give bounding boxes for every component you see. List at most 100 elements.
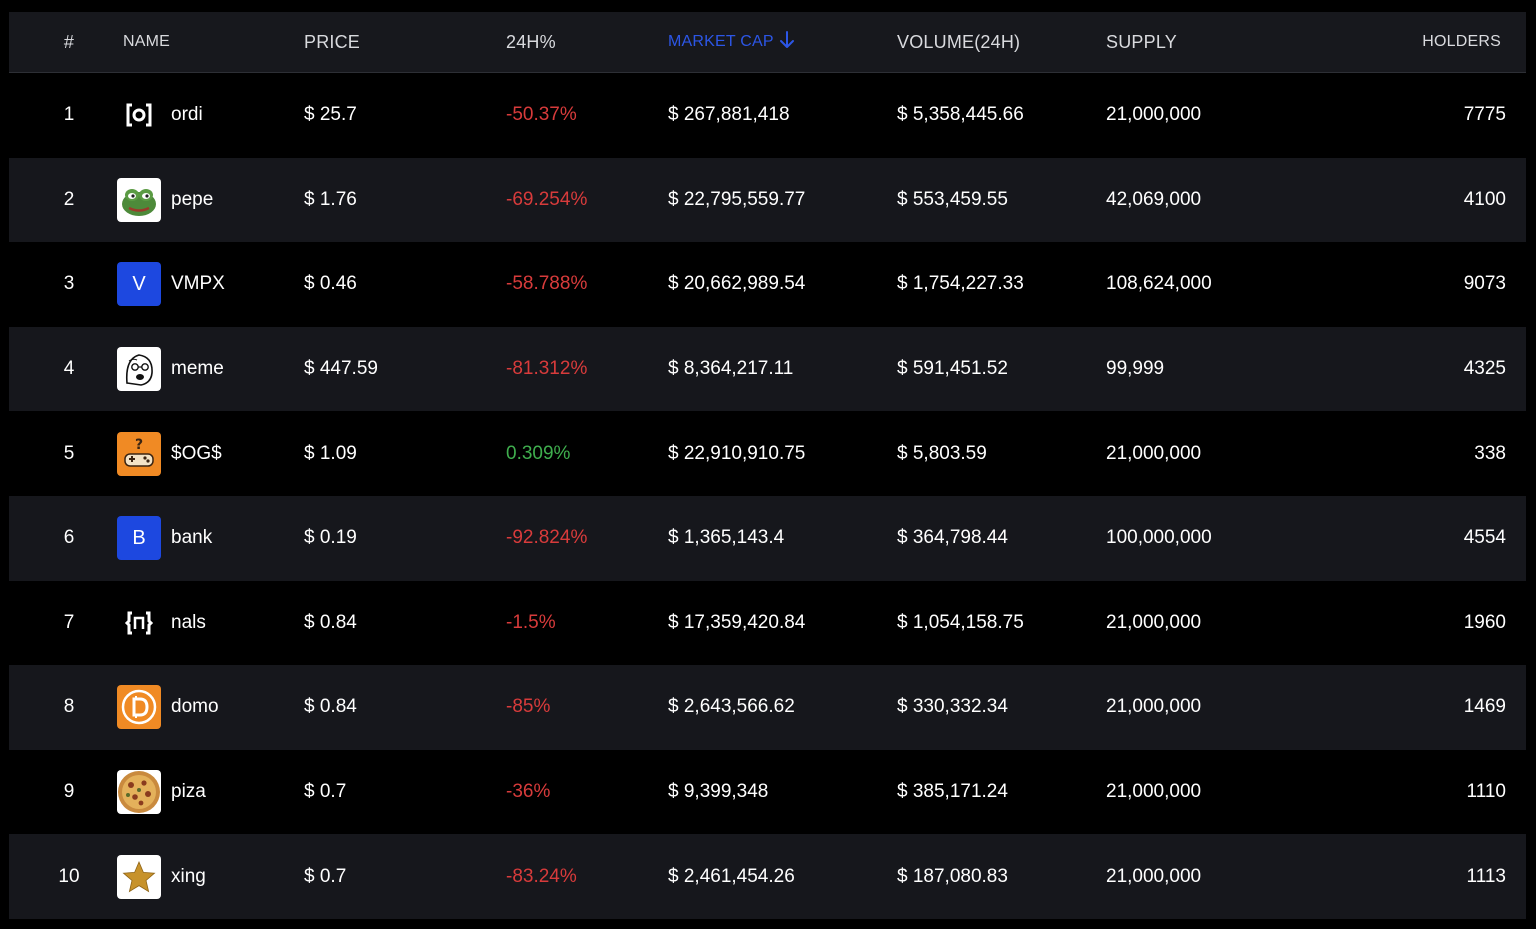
change-cell: -58.788% [506, 273, 588, 295]
price-cell: $ 25.7 [304, 104, 357, 126]
table-body: 1 ordi $ 25.7 -50.37% $ 267,881,418 $ 5,358,4… [9, 73, 1526, 919]
price-cell: $ 1.76 [304, 188, 357, 210]
supply-cell: 100,000,000 [1106, 527, 1212, 549]
rank-cell: 2 [63, 188, 75, 210]
holders-cell: 1110 [1466, 781, 1506, 803]
price-cell: $ 0.84 [304, 696, 357, 718]
token-name[interactable]: pepe [171, 189, 213, 211]
column-price-header[interactable]: PRICE [304, 12, 360, 72]
change-cell: -36% [506, 781, 551, 803]
supply-cell: 21,000,000 [1106, 104, 1202, 126]
price-cell: $ 0.84 [304, 611, 357, 633]
table-row[interactable]: 7 nals $ 0.84 -1.5% $ 17,359,420.84 $ 1,054,1… [9, 580, 1526, 666]
rank-cell: 6 [63, 527, 75, 549]
column-holders-header[interactable]: HOLDERS [1422, 12, 1501, 72]
holders-cell: 7775 [1463, 104, 1506, 126]
column-name-header[interactable]: NAME [123, 12, 170, 72]
supply-cell: 21,000,000 [1106, 611, 1202, 633]
volume-cell: $ 187,080.83 [897, 865, 1008, 887]
token-table: # NAME PRICE 24H% MARKET CAP VOLUME(24H)… [9, 12, 1526, 919]
market-cap-header-label: MARKET CAP [668, 33, 774, 50]
market-cap-cell: $ 267,881,418 [668, 104, 790, 126]
market-cap-cell: $ 2,461,454.26 [668, 865, 795, 887]
token-name[interactable]: nals [171, 612, 206, 634]
token-name[interactable]: xing [171, 866, 206, 888]
table-row[interactable]: 8 domo $ 0.84 -85% $ 2,643,566.62 $ 330,332.3… [9, 665, 1526, 750]
volume-cell: $ 364,798.44 [897, 527, 1008, 549]
rank-cell: 7 [63, 611, 75, 633]
holders-cell: 4100 [1463, 188, 1506, 210]
game-controller-question-icon: ? [117, 431, 161, 476]
column-market-cap-header[interactable]: MARKET CAP [668, 12, 796, 72]
market-cap-cell: $ 8,364,217.11 [668, 358, 794, 380]
change-cell: -85% [506, 696, 551, 718]
token-name-cell[interactable]: piza [117, 750, 206, 835]
holders-cell: 4325 [1463, 358, 1506, 380]
token-name-cell[interactable]: V VMPX [117, 242, 225, 327]
column-change-header[interactable]: 24H% [506, 12, 556, 72]
token-name[interactable]: ordi [171, 104, 203, 126]
token-name-cell[interactable]: meme [117, 327, 224, 412]
rank-cell: 1 [63, 104, 75, 126]
table-row[interactable]: 6 Bbank $ 0.19 -92.824% $ 1,365,143.4 $ 364,7… [9, 495, 1526, 581]
volume-cell: $ 1,754,227.33 [897, 273, 1024, 295]
holders-cell: 1960 [1463, 611, 1506, 633]
ordi-bracket-icon [117, 93, 161, 137]
table-row[interactable]: 3 V VMPX $ 0.46 -58.788% $ 20,662,989.54 $ 1,7… [9, 242, 1526, 327]
token-name-cell[interactable]: pepe [117, 158, 213, 243]
rank-cell: 5 [63, 442, 75, 464]
token-name[interactable]: $OG$ [171, 443, 222, 465]
supply-cell: 42,069,000 [1106, 188, 1202, 210]
token-name[interactable]: meme [171, 358, 224, 380]
supply-cell: 21,000,000 [1106, 781, 1202, 803]
price-cell: $ 0.19 [304, 527, 357, 549]
supply-cell: 21,000,000 [1106, 696, 1202, 718]
price-cell: $ 0.7 [304, 865, 347, 887]
holders-cell: 4554 [1463, 527, 1506, 549]
volume-cell: $ 1,054,158.75 [897, 611, 1024, 633]
token-name[interactable]: bank [171, 527, 212, 549]
column-supply-header[interactable]: SUPPLY [1106, 12, 1177, 72]
table-row[interactable]: 9 piza $ 0.7 -36% $ 9,399,348 $ 385,171.24 21,… [9, 749, 1526, 835]
token-name-cell[interactable]: xing [117, 834, 206, 919]
token-name-cell[interactable]: domo [117, 665, 219, 750]
holders-cell: 338 [1474, 442, 1506, 464]
rank-cell: 9 [63, 781, 75, 803]
market-cap-cell: $ 20,662,989.54 [668, 273, 806, 295]
sort-descending-arrow-icon [779, 31, 794, 48]
table-row[interactable]: 4 meme $ 447.59 -81.312% $ 8,364,217.11 $ 591… [9, 326, 1526, 412]
token-name[interactable]: piza [171, 781, 206, 803]
gold-star-icon [117, 854, 161, 899]
table-row[interactable]: 10 xing $ 0.7 -83.24% $ 2,461,454.26 $ 187,08… [9, 834, 1526, 919]
pizza-icon [117, 770, 161, 815]
volume-cell: $ 385,171.24 [897, 781, 1008, 803]
token-name[interactable]: VMPX [171, 273, 225, 295]
meme-face-icon [117, 347, 161, 392]
table-row[interactable]: 5? $OG$ $ 1.09 0.309% $ 22,910,910.75 $ 5,803… [9, 411, 1526, 496]
change-cell: -69.254% [506, 188, 588, 210]
token-name-cell[interactable]: ordi [117, 73, 203, 158]
volume-cell: $ 5,358,445.66 [897, 104, 1024, 126]
price-cell: $ 447.59 [304, 358, 378, 380]
rank-cell: 10 [58, 865, 80, 887]
svg-text:?: ? [135, 437, 143, 453]
token-name-cell[interactable]: ? $OG$ [117, 411, 222, 496]
rank-cell: 3 [63, 273, 75, 295]
table-row[interactable]: 1 ordi $ 25.7 -50.37% $ 267,881,418 $ 5,358,4… [9, 73, 1526, 158]
letter-v-icon: V [117, 262, 161, 307]
rank-cell: 8 [63, 696, 75, 718]
market-cap-cell: $ 17,359,420.84 [668, 611, 806, 633]
column-volume-header[interactable]: VOLUME(24H) [897, 12, 1020, 72]
change-cell: -83.24% [506, 865, 577, 887]
supply-cell: 108,624,000 [1106, 273, 1212, 295]
change-cell: -1.5% [506, 611, 556, 633]
token-name-cell[interactable]: nals [117, 581, 206, 666]
supply-cell: 21,000,000 [1106, 865, 1202, 887]
letter-b-icon: B [117, 516, 161, 561]
price-cell: $ 0.7 [304, 781, 347, 803]
table-row[interactable]: 2 pepe $ 1.76 -69.254% $ 22,795,559.77 $ 553,… [9, 157, 1526, 243]
token-name-cell[interactable]: Bbank [117, 496, 212, 581]
token-name[interactable]: domo [171, 696, 219, 718]
column-rank-header[interactable]: # [39, 12, 99, 72]
price-cell: $ 1.09 [304, 442, 357, 464]
